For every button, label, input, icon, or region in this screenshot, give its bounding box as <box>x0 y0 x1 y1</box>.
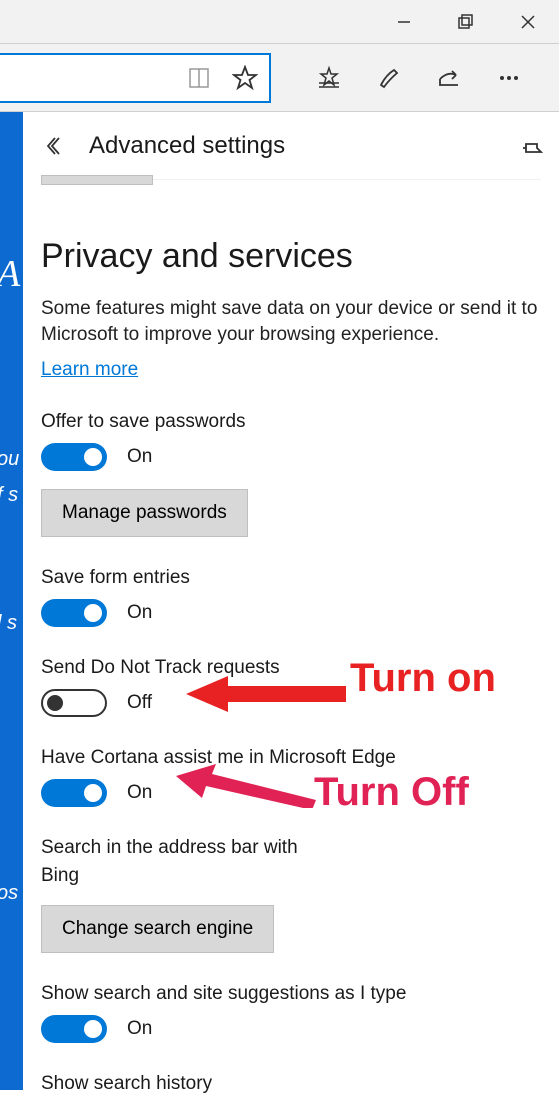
learn-more-link[interactable]: Learn more <box>41 359 138 381</box>
search-history-label: Show search history <box>41 1073 541 1095</box>
save-forms-toggle[interactable] <box>41 599 107 627</box>
panel-header: Advanced settings <box>41 112 541 180</box>
back-button[interactable] <box>43 132 71 160</box>
add-favorite-icon[interactable] <box>313 62 345 94</box>
share-icon[interactable] <box>433 62 465 94</box>
web-note-icon[interactable] <box>373 62 405 94</box>
offer-passwords-label: Offer to save passwords <box>41 411 541 433</box>
suggestions-toggle[interactable] <box>41 1015 107 1043</box>
favorite-star-icon[interactable] <box>229 62 261 94</box>
search-engine-value: Bing <box>41 865 541 887</box>
offer-passwords-state: On <box>127 446 152 468</box>
section-description: Some features might save data on your de… <box>41 296 541 347</box>
minimize-icon <box>397 15 411 29</box>
suggestions-label: Show search and site suggestions as I ty… <box>41 983 541 1005</box>
close-icon <box>521 15 535 29</box>
restore-icon <box>458 14 474 30</box>
section-heading: Privacy and services <box>41 237 541 276</box>
offer-passwords-toggle[interactable] <box>41 443 107 471</box>
change-search-engine-button[interactable]: Change search engine <box>41 905 274 953</box>
more-icon[interactable] <box>493 62 525 94</box>
browser-toolbar <box>0 44 559 112</box>
cortana-state: On <box>127 782 152 804</box>
chevron-left-icon <box>46 135 68 157</box>
previous-button-edge <box>41 175 153 185</box>
manage-passwords-button[interactable]: Manage passwords <box>41 489 248 537</box>
cortana-label: Have Cortana assist me in Microsoft Edge <box>41 747 541 769</box>
page-background-strip: A ou f s l s os <box>0 112 23 1090</box>
window-titlebar <box>0 0 559 44</box>
minimize-button[interactable] <box>373 0 435 44</box>
address-bar[interactable] <box>0 53 271 103</box>
dnt-state: Off <box>127 692 152 714</box>
panel-title: Advanced settings <box>89 132 285 160</box>
dnt-toggle[interactable] <box>41 689 107 717</box>
save-forms-label: Save form entries <box>41 567 541 589</box>
suggestions-state: On <box>127 1018 152 1040</box>
pin-icon <box>521 134 545 158</box>
settings-panel: Advanced settings Privacy and services S… <box>23 112 559 1090</box>
dnt-label: Send Do Not Track requests <box>41 657 541 679</box>
reading-list-icon[interactable] <box>183 62 215 94</box>
restore-button[interactable] <box>435 0 497 44</box>
save-forms-state: On <box>127 602 152 624</box>
pin-button[interactable] <box>521 134 545 163</box>
cortana-toggle[interactable] <box>41 779 107 807</box>
search-bar-label: Search in the address bar with <box>41 837 541 859</box>
close-button[interactable] <box>497 0 559 44</box>
